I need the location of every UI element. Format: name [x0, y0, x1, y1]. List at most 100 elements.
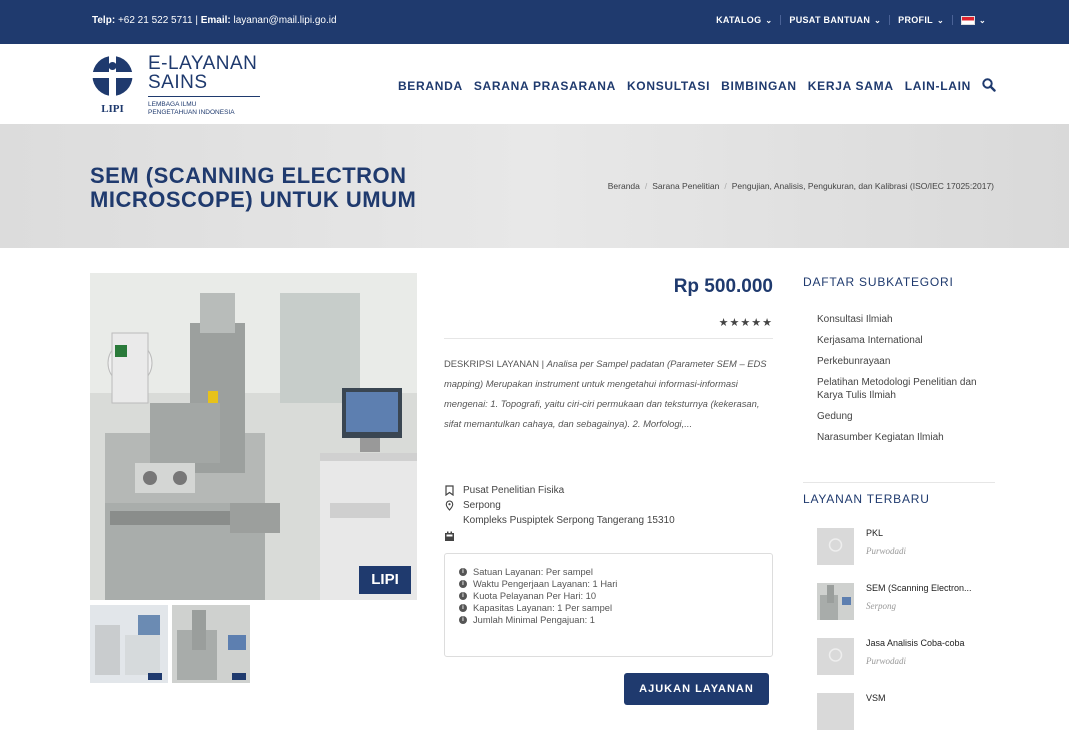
location-name: Serpong — [463, 500, 501, 511]
divider — [803, 482, 995, 483]
nav-sarana-prasarana[interactable]: SARANA PRASARANA — [474, 79, 616, 93]
sem-thumbnail-image — [817, 583, 854, 620]
nav-beranda[interactable]: BERANDA — [398, 79, 463, 93]
logo-title-line1: E-LAYANAN — [148, 53, 258, 74]
breadcrumb-item-sarana[interactable]: Sarana Penelitian — [652, 181, 719, 191]
info-icon: i — [459, 616, 467, 624]
description-label: DESKRIPSI LAYANAN | — [444, 358, 545, 369]
nav-kerja-sama[interactable]: KERJA SAMA — [808, 79, 894, 93]
spec-satuan: Satuan Layanan: Per sampel — [473, 567, 593, 577]
spec-waktu: Waktu Pengerjaan Layanan: 1 Hari — [473, 579, 618, 589]
svg-text:LIPI: LIPI — [101, 103, 124, 114]
page-hero: SEM (SCANNING ELECTRON MICROSCOPE) UNTUK… — [0, 124, 1069, 248]
main-nav: BERANDA SARANA PRASARANA KONSULTASI BIMB… — [398, 79, 971, 93]
thumbnail-photo — [90, 605, 168, 683]
nav-konsultasi[interactable]: KONSULTASI — [627, 79, 710, 93]
sidebar-subcategories-heading: DAFTAR SUBKATEGORI — [803, 275, 993, 289]
bookmark-icon — [445, 485, 454, 496]
spec-row: i Kuota Pelayanan Per Hari: 10 — [459, 590, 758, 602]
phone-label: Telp: — [92, 15, 116, 26]
info-icon: i — [459, 592, 467, 600]
top-nav-katalog[interactable]: KATALOG ⌄ — [708, 15, 782, 25]
top-nav-profil[interactable]: PROFIL ⌄ — [890, 15, 953, 25]
subcategory-list: Konsultasi Ilmiah Kerjasama Internationa… — [817, 313, 997, 452]
unit-row: Pusat Penelitian Fisika — [444, 483, 773, 498]
lipi-logo-icon: LIPI — [92, 56, 133, 114]
rating-stars: ★★★★★ — [700, 316, 773, 329]
spec-kapasitas: Kapasitas Layanan: 1 Per sampel — [473, 603, 613, 613]
star-icon: ★ — [740, 317, 752, 329]
address-text: Kompleks Puspiptek Serpong Tangerang 153… — [463, 515, 675, 526]
map-icon[interactable] — [444, 531, 455, 542]
star-icon: ★ — [718, 317, 730, 329]
product-main-image[interactable]: LIPI — [90, 273, 417, 600]
contact-separator: | — [195, 15, 198, 26]
product-thumbnail-1[interactable] — [90, 605, 168, 683]
email-label: Email: — [200, 15, 231, 26]
spec-jumlah-minimal: Jumlah Minimal Pengajuan: 1 — [473, 615, 595, 625]
latest-service-title: Jasa Analisis Coba-coba — [866, 638, 965, 648]
subcategory-item[interactable]: Kerjasama International — [817, 334, 997, 347]
map-pin-icon — [445, 500, 454, 511]
ajukan-layanan-button[interactable]: AJUKAN LAYANAN — [624, 673, 769, 705]
chevron-down-icon: ⌄ — [978, 15, 986, 25]
breadcrumb-item-current: Pengujian, Analisis, Pengukuran, dan Kal… — [731, 181, 994, 191]
placeholder-image-icon — [817, 528, 854, 565]
spec-row: i Kapasitas Layanan: 1 Per sampel — [459, 602, 758, 614]
subcategory-item[interactable]: Gedung — [817, 410, 997, 423]
nav-bimbingan[interactable]: BIMBINGAN — [721, 79, 797, 93]
subcategory-item[interactable]: Konsultasi Ilmiah — [817, 313, 997, 326]
breadcrumb: Beranda / Sarana Penelitian / Pengujian,… — [608, 181, 994, 191]
chevron-down-icon: ⌄ — [765, 15, 773, 25]
sem-microscope-photo — [90, 273, 417, 600]
site-logo[interactable]: LIPI E-LAYANAN SAINS LEMBAGA ILMU PENGET… — [90, 54, 270, 116]
placeholder-image-icon — [817, 693, 854, 730]
subcategory-title: DAFTAR SUBKATEGORI — [803, 275, 954, 289]
latest-service-title: VSM — [866, 693, 886, 703]
subcategory-item[interactable]: Pelatihan Metodologi Penelitian dan Kary… — [817, 376, 997, 402]
latest-service-location: Serpong — [866, 601, 896, 611]
top-nav-pusat-bantuan[interactable]: PUSAT BANTUAN ⌄ — [781, 15, 891, 25]
product-location: Pusat Penelitian Fisika Serpong Kompleks… — [444, 483, 773, 542]
breadcrumb-separator: / — [644, 181, 648, 191]
divider — [444, 338, 773, 339]
page-title: SEM (SCANNING ELECTRON MICROSCOPE) UNTUK… — [90, 163, 417, 212]
nav-lain-lain[interactable]: LAIN-LAIN — [905, 79, 971, 93]
thumbnail-photo — [172, 605, 250, 683]
chevron-down-icon: ⌄ — [936, 15, 944, 25]
subcategory-item[interactable]: Narasumber Kegiatan Ilmiah — [817, 431, 997, 444]
top-nav-pusat-bantuan-label: PUSAT BANTUAN — [789, 15, 871, 25]
site-header: LIPI E-LAYANAN SAINS LEMBAGA ILMU PENGET… — [0, 44, 1069, 124]
indonesia-flag-icon — [960, 15, 975, 25]
map-row — [444, 531, 773, 542]
chevron-down-icon: ⌄ — [874, 15, 882, 25]
latest-service-title: PKL — [866, 528, 884, 538]
contact-info: Telp: +62 21 522 5711 | Email: layanan@m… — [92, 15, 337, 26]
logo-sub-line2: PENGETAHUAN INDONESIA — [148, 109, 235, 116]
latest-service-location: Purwodadi — [866, 546, 907, 556]
info-icon: i — [459, 604, 467, 612]
logo-sub-line1: LEMBAGA ILMU — [148, 101, 197, 108]
info-icon: i — [459, 568, 467, 576]
search-icon[interactable] — [982, 78, 996, 92]
star-icon: ★ — [729, 317, 741, 329]
top-bar: Telp: +62 21 522 5711 | Email: layanan@m… — [0, 0, 1069, 44]
latest-service-title: SEM (Scanning Electron... — [866, 583, 972, 593]
logo-title-line2: SAINS — [148, 72, 208, 93]
latest-service-location: Purwodadi — [866, 656, 907, 666]
spec-row: i Jumlah Minimal Pengajuan: 1 — [459, 614, 758, 626]
language-selector[interactable]: ⌄ — [953, 15, 994, 25]
product-thumbnail-2[interactable] — [172, 605, 250, 683]
subcategory-item[interactable]: Perkebunrayaan — [817, 355, 997, 368]
product-price: Rp 500.000 — [673, 276, 773, 297]
email-address[interactable]: layanan@mail.lipi.go.id — [234, 15, 337, 26]
info-icon: i — [459, 580, 467, 588]
latest-services-title: LAYANAN TERBARU — [803, 492, 930, 506]
spec-row: i Waktu Pengerjaan Layanan: 1 Hari — [459, 578, 758, 590]
unit-name[interactable]: Pusat Penelitian Fisika — [463, 483, 564, 498]
location-row: Serpong — [444, 498, 773, 513]
star-icon: ★ — [751, 317, 763, 329]
breadcrumb-item-beranda[interactable]: Beranda — [608, 181, 640, 191]
placeholder-image-icon — [817, 638, 854, 675]
lipi-badge: LIPI — [359, 566, 411, 594]
